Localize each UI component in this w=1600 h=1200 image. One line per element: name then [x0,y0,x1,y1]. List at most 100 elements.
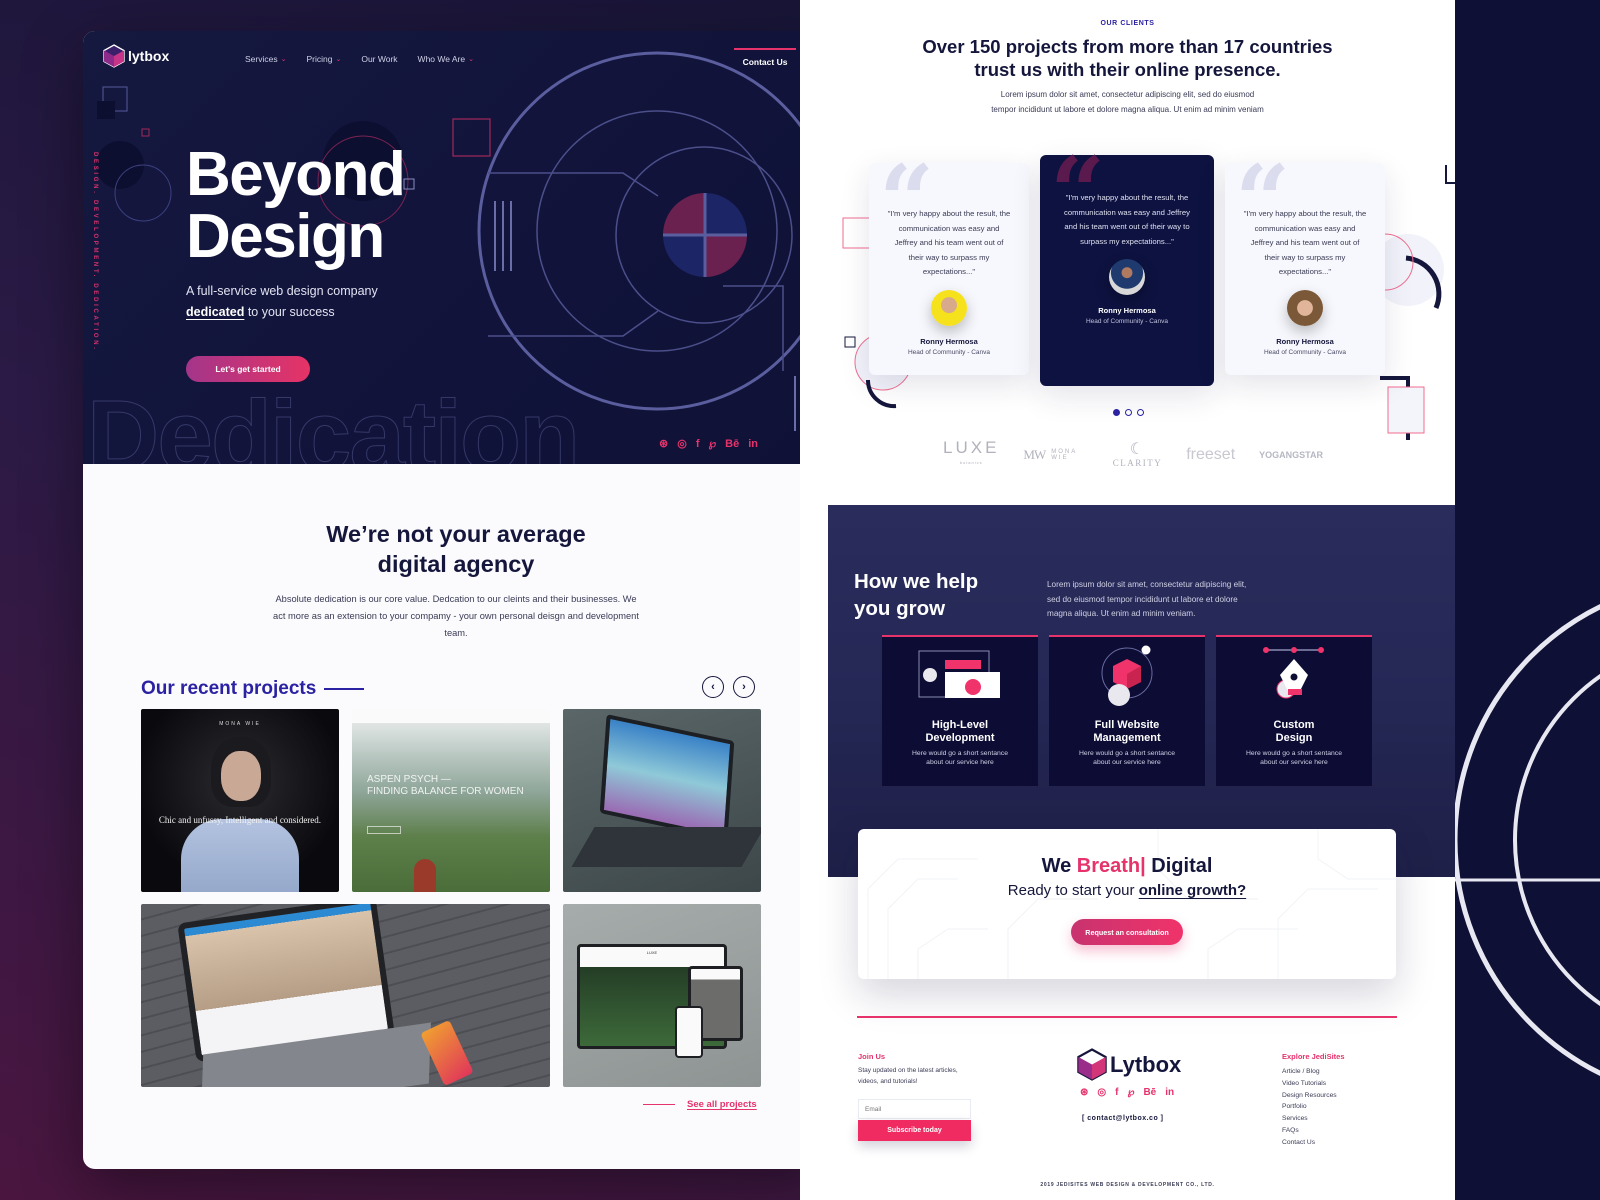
homepage-left: Dedication lytbox Services ⌄ Pricing ⌄ Our… [83,31,829,1169]
carousel-dot[interactable] [1113,409,1120,416]
pinterest-icon[interactable]: ℘ [1127,1087,1134,1098]
footer-link-portfolio[interactable]: Portfolio [1282,1101,1337,1113]
service-title-line: Custom [1273,719,1315,731]
chevron-down-icon: ⌄ [468,56,474,63]
pinterest-icon[interactable]: ℘ [709,437,717,450]
contact-us-button[interactable]: Contact Us [734,48,796,67]
footer-divider [857,1016,1397,1018]
site-header [352,709,550,723]
about-title-line: digital agency [377,551,535,577]
project-card-mona-wie[interactable]: MONA WIE Chic and unfussy, Intelligent a… [141,709,339,892]
heading-rule [324,688,365,690]
see-all-projects-link[interactable]: See all projects [643,1099,757,1110]
request-consultation-button[interactable]: Request an consultation [1071,919,1183,945]
brand-logo[interactable]: lytbox [103,44,169,68]
moon-icon: ☾ [1129,441,1146,458]
project-caption-main: FINDING BALANCE FOR WOMEN [367,786,524,797]
dribbble-icon[interactable]: ⊛ [659,437,668,450]
homepage-right: OUR CLIENTS Over 150 projects from more … [800,0,1455,1200]
get-started-button[interactable]: Let's get started [186,356,310,382]
service-text: Here would go a short sentance about our… [1246,750,1342,766]
carousel-dot[interactable] [1125,409,1132,416]
online-growth-link[interactable]: online growth? [1139,882,1246,899]
hero-title-line: Beyond [186,140,406,209]
testimonial-name: Ronny Hermosa [1098,306,1156,316]
projects-carousel-controls: ‹ › [702,676,755,698]
hero-title: Beyond Design [186,140,406,268]
about-title: We’re not your average digital agency [83,519,829,579]
carousel-dot[interactable] [1137,409,1144,416]
project-card-luxe[interactable]: LUXE [563,904,761,1087]
nav-menu: Services ⌄ Pricing ⌄ Our Work Who We Are ⌄ [245,54,474,64]
cube-logo-icon [103,44,125,68]
pen-tool-icon [1263,647,1324,699]
testimonial-quote: "I'm very happy about the result, the co… [1064,193,1190,246]
service-title-line: Development [925,732,995,744]
linkedin-icon[interactable]: in [1165,1087,1174,1098]
instagram-icon[interactable]: ◎ [1097,1087,1106,1098]
footer-link-video-tutorials[interactable]: Video Tutorials [1282,1078,1337,1090]
subscribe-button[interactable]: Subscribe today [858,1120,971,1141]
email-input[interactable] [858,1099,971,1119]
service-card-design[interactable]: Custom Design Here would go a short senta… [1216,635,1372,786]
facebook-icon[interactable]: f [696,438,700,450]
laptop-base [571,827,761,867]
cta-title-pre: We [1041,855,1077,877]
projects-heading: Our recent projects [141,678,365,700]
portrait-shirt [181,819,299,892]
dribbble-icon[interactable]: ⊛ [1080,1087,1088,1098]
footer-link-faqs[interactable]: FAQs [1282,1125,1337,1137]
footer-brand-name: Lytbox [1110,1051,1182,1077]
hero-section: Dedication lytbox Services ⌄ Pricing ⌄ Our… [83,31,829,464]
explore-heading: Explore JediSites [1282,1052,1345,1061]
service-text: Here would go a short sentance about our… [912,750,1008,766]
chevron-down-icon: ⌄ [335,56,342,63]
service-title-line: Management [1093,732,1161,744]
prev-arrow-icon[interactable]: ‹ [702,676,724,698]
nav-item-services[interactable]: Services ⌄ [245,54,286,64]
hero-subtitle-line: dedicated to your success [186,302,378,323]
link-rule [643,1104,675,1105]
cta-title-post: Digital [1145,855,1213,877]
testimonial-role: Head of Community - Canva [907,348,990,356]
service-text: Here would go a short sentance about our… [1079,750,1175,766]
cta-title-accent: Breath| [1076,855,1146,877]
service-card-management[interactable]: Full Website Management Here would go a s… [1049,635,1205,786]
project-card-clarity[interactable] [141,904,550,1087]
footer-logo[interactable]: Lytbox [1077,1048,1181,1081]
footer-link-services[interactable]: Services [1282,1113,1337,1125]
contact-email-link[interactable]: [ contact@lytbox.co ] [1082,1115,1164,1122]
nav-label: Services [245,54,278,64]
site-button [367,826,401,834]
behance-icon[interactable]: Bē [1143,1087,1156,1098]
project-card-aspen-psych[interactable]: ASPEN PSYCH — FINDING BALANCE FOR WOMEN [352,709,550,892]
testimonial-name: Ronny Hermosa [1276,336,1334,346]
footer-link-blog[interactable]: Article / Blog [1282,1066,1337,1078]
clarity-wordmark: CLARITY [1112,458,1163,468]
behance-icon[interactable]: Bē [725,438,739,450]
linkedin-icon[interactable]: in [748,438,758,450]
clients-label: OUR CLIENTS [1100,20,1155,27]
service-card-development[interactable]: High-Level Development Here would go a sh… [882,635,1038,786]
circuit-pattern [867,829,1396,979]
next-arrow-icon[interactable]: › [733,676,755,698]
footer-link-design-resources[interactable]: Design Resources [1282,1090,1337,1102]
nav-item-our-work[interactable]: Our Work [361,54,397,64]
cube-logo-icon [1077,1048,1107,1081]
footer-link-contact-us[interactable]: Contact Us [1282,1137,1337,1149]
hero-subtitle-rest: to your success [244,305,335,319]
cta-sub-pre: Ready to start your [1007,882,1139,899]
facebook-icon[interactable]: f [1115,1087,1118,1098]
services-title-line: you grow [854,597,946,620]
client-logo-luxe: LUXE botanics [943,439,999,470]
nav-item-pricing[interactable]: Pricing ⌄ [306,54,341,64]
project-card-laptop[interactable] [563,709,761,892]
about-title-line: We’re not your average [326,521,586,547]
nav-item-who-we-are[interactable]: Who We Are ⌄ [418,54,474,64]
join-us-text: Stay updated on the latest articles, vid… [858,1067,958,1085]
instagram-icon[interactable]: ◎ [677,437,687,450]
testimonial-role: Head of Community - Canva [1263,348,1346,356]
cta-subtitle: Ready to start your online growth? [858,882,1396,899]
cta-title: We Breath| Digital [858,855,1396,878]
avatar [931,289,967,326]
